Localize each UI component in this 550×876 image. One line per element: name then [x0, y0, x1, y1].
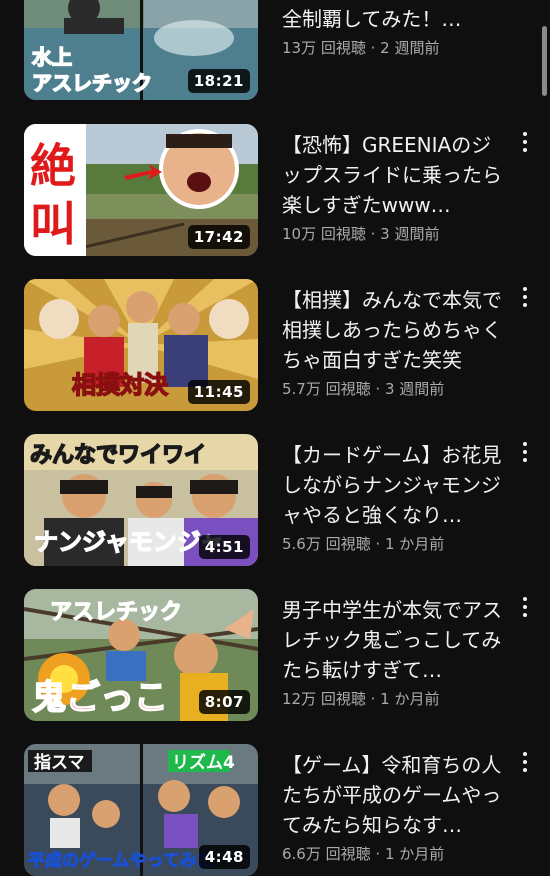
video-item[interactable]: 相撲対決 11:45 【相撲】みんなで本気で相撲しあったらめちゃくちゃ面白すぎた… — [0, 279, 550, 411]
more-options-icon[interactable] — [518, 132, 532, 156]
video-meta: 男子中学生が本気でアスレチック鬼ごっこしてみたら転けすぎて… 12万 回視聴 ·… — [282, 589, 510, 709]
video-meta: 【恐怖】GREENIAのジップスライドに乗ったら楽しすぎたwww… 10万 回視… — [282, 124, 510, 244]
upload-age: 3 週間前 — [380, 225, 440, 243]
video-title[interactable]: 男子中学生が本気でアスレチック鬼ごっこしてみたら転けすぎて… — [282, 595, 510, 685]
upload-age: 1 か月前 — [384, 535, 445, 553]
thumb-caption: アスレチック — [32, 71, 152, 95]
video-meta: 作った水上アスレチック全制覇してみた！… 13万 回視聴 · 2 週間前 — [282, 0, 510, 58]
separator: · — [365, 39, 381, 57]
video-thumbnail[interactable]: 指スマ リズム4 平成のゲームやってみた 4:48 — [24, 744, 258, 876]
thumb-caption: アスレチック — [50, 600, 182, 625]
video-duration: 18:21 — [187, 69, 250, 93]
video-stats: 6.6万 回視聴 · 1 か月前 — [282, 843, 510, 864]
more-options-icon[interactable] — [518, 597, 532, 621]
video-title[interactable]: 【ゲーム】令和育ちの人たちが平成のゲームやってみたら知らなす… — [282, 750, 510, 840]
video-thumbnail[interactable]: みんなでワイワイ ナンジャモンジャ 4:51 — [24, 434, 258, 566]
video-item[interactable]: 絶 叫 17:42 【恐怖】GREENIAのジップスライドに乗ったら楽しすぎたw… — [0, 124, 550, 256]
video-stats: 12万 回視聴 · 1 か月前 — [282, 688, 510, 709]
video-duration: 11:45 — [187, 380, 250, 404]
thumb-caption: みんなでワイワイ — [30, 443, 206, 468]
video-title[interactable]: 作った水上アスレチック全制覇してみた！… — [282, 0, 510, 34]
thumb-caption: 叫 — [30, 197, 76, 251]
more-options-icon[interactable] — [518, 442, 532, 466]
video-item[interactable]: 指スマ リズム4 平成のゲームやってみた 4:48 【ゲーム】令和育ちの人たちが… — [0, 744, 550, 876]
video-item[interactable]: アスレチック 鬼ごっこ 8:07 男子中学生が本気でアスレチック鬼ごっこしてみた… — [0, 589, 550, 721]
scrollbar[interactable] — [542, 26, 547, 96]
thumb-caption: 平成のゲームやってみた — [28, 850, 214, 871]
thumb-caption: 水上 — [32, 45, 72, 69]
separator: · — [370, 380, 385, 398]
video-title[interactable]: 【相撲】みんなで本気で相撲しあったらめちゃくちゃ面白すぎた笑笑 — [282, 285, 510, 375]
view-count: 6.6万 回視聴 — [282, 845, 371, 863]
thumb-caption: リズム4 — [172, 752, 235, 773]
video-stats: 13万 回視聴 · 2 週間前 — [282, 37, 510, 58]
video-meta: 【相撲】みんなで本気で相撲しあったらめちゃくちゃ面白すぎた笑笑 5.7万 回視聴… — [282, 279, 510, 399]
video-stats: 10万 回視聴 · 3 週間前 — [282, 223, 510, 244]
video-title[interactable]: 【カードゲーム】お花見しながらナンジャモンジャやると強くなり… — [282, 440, 510, 530]
upload-age: 3 週間前 — [384, 380, 445, 398]
view-count: 13万 回視聴 — [282, 39, 366, 57]
video-thumbnail[interactable]: 絶 叫 17:42 — [24, 124, 258, 256]
separator: · — [370, 535, 385, 553]
upload-age: 1 か月前 — [380, 690, 440, 708]
video-duration: 4:51 — [198, 535, 250, 559]
video-duration: 17:42 — [187, 225, 250, 249]
video-thumbnail[interactable]: 相撲対決 11:45 — [24, 279, 258, 411]
video-item[interactable]: 水上 アスレチック 回険 18:21 作った水上アスレチック全制覇してみた！… … — [0, 0, 550, 100]
view-count: 5.7万 回視聴 — [282, 380, 371, 398]
view-count: 5.6万 回視聴 — [282, 535, 371, 553]
separator: · — [370, 845, 385, 863]
thumb-caption: 相撲対決 — [72, 371, 169, 399]
video-duration: 4:48 — [198, 845, 250, 869]
video-thumbnail[interactable]: 水上 アスレチック 回険 18:21 — [24, 0, 258, 100]
thumb-caption: ナンジャモンジャ — [34, 528, 224, 556]
video-stats: 5.6万 回視聴 · 1 か月前 — [282, 533, 510, 554]
video-meta: 【ゲーム】令和育ちの人たちが平成のゲームやってみたら知らなす… 6.6万 回視聴… — [282, 744, 510, 864]
thumb-caption: 絶 — [30, 139, 76, 193]
upload-age: 2 週間前 — [380, 39, 440, 57]
separator: · — [365, 690, 381, 708]
more-options-icon[interactable] — [518, 287, 532, 311]
upload-age: 1 か月前 — [384, 845, 445, 863]
video-thumbnail[interactable]: アスレチック 鬼ごっこ 8:07 — [24, 589, 258, 721]
video-meta: 【カードゲーム】お花見しながらナンジャモンジャやると強くなり… 5.6万 回視聴… — [282, 434, 510, 554]
separator: · — [365, 225, 381, 243]
more-options-icon[interactable] — [518, 752, 532, 776]
video-stats: 5.7万 回視聴 · 3 週間前 — [282, 378, 510, 399]
video-duration: 8:07 — [198, 690, 250, 714]
view-count: 10万 回視聴 — [282, 225, 366, 243]
video-title[interactable]: 【恐怖】GREENIAのジップスライドに乗ったら楽しすぎたwww… — [282, 130, 510, 220]
thumb-caption: 鬼ごっこ — [32, 678, 168, 718]
video-item[interactable]: みんなでワイワイ ナンジャモンジャ 4:51 【カードゲーム】お花見しながらナン… — [0, 434, 550, 566]
thumb-caption: 指スマ — [34, 752, 85, 773]
view-count: 12万 回視聴 — [282, 690, 366, 708]
